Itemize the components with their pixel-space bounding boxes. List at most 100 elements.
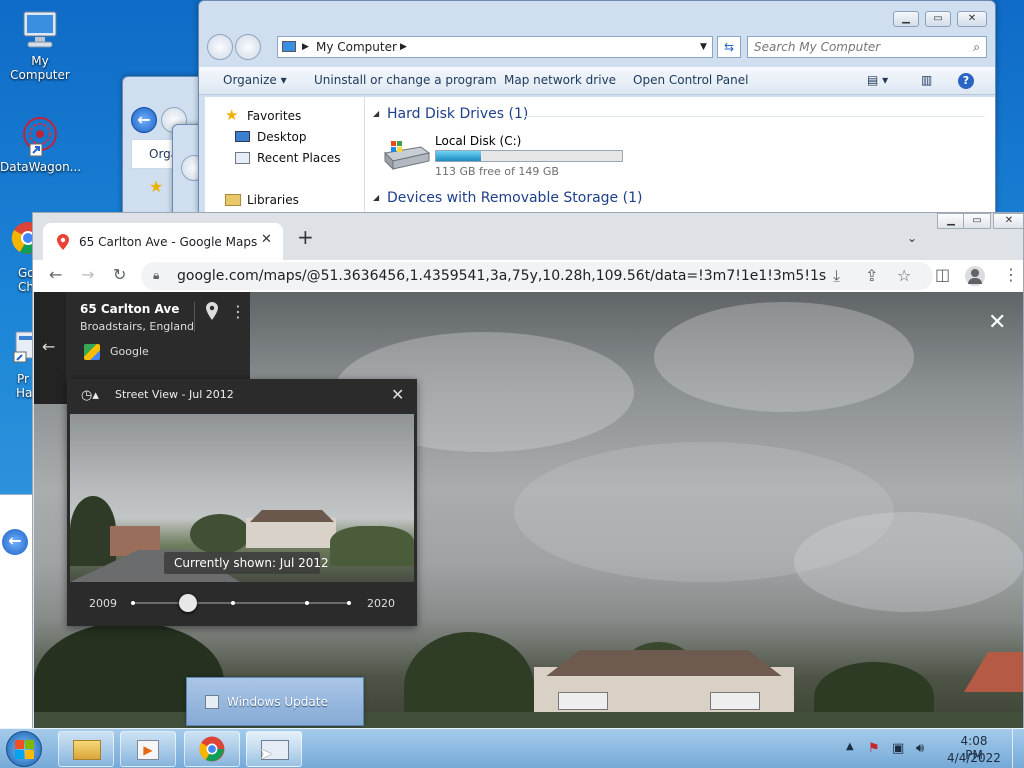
collapse-icon[interactable]: ◢ <box>373 193 379 202</box>
minimize-button[interactable]: ▁ <box>893 11 919 27</box>
side-panel-icon[interactable]: ◫ <box>935 267 950 283</box>
action-center-icon[interactable]: ⚑ <box>868 741 880 756</box>
slider-end-year: 2020 <box>367 597 395 610</box>
share-icon[interactable]: ⇪ <box>865 268 878 284</box>
url-text[interactable]: google.com/maps/@51.3636456,1.4359541,3a… <box>177 268 827 284</box>
nav-desktop[interactable]: Desktop <box>257 130 307 144</box>
tab-google-maps[interactable]: 65 Carlton Ave - Google Maps ✕ <box>43 223 283 261</box>
show-hidden-icons-button[interactable]: ▲ <box>846 741 854 752</box>
address-bar[interactable]: ▶ My Computer ▶ ▼ <box>277 36 713 58</box>
maps-pin-icon <box>57 234 69 250</box>
back-arrow-icon[interactable]: ← <box>42 337 55 356</box>
desktop-icon-datawagon[interactable]: DataWagon... <box>0 114 81 174</box>
search-input[interactable]: Search My Computer ⌕ <box>747 36 987 58</box>
help-icon[interactable]: ? <box>958 73 974 89</box>
folder-icon <box>73 740 101 760</box>
close-street-view-icon[interactable]: ✕ <box>988 312 1006 334</box>
recent-places-icon <box>235 152 250 164</box>
time-machine-preview[interactable]: Currently shown: Jul 2012 <box>70 414 414 582</box>
local-disk-item[interactable]: Local Disk (C:) 113 GB free of 149 GB <box>381 133 641 181</box>
hard-disk-icon <box>383 141 431 171</box>
mouse-cursor-icon: ➤ <box>259 744 273 763</box>
uninstall-button[interactable]: Uninstall or change a program <box>314 73 497 87</box>
maximize-button[interactable]: ▭ <box>925 11 951 27</box>
close-button[interactable]: ✕ <box>993 213 1023 229</box>
content-pane: ◢ Hard Disk Drives (1) Local Disk (C:) 1… <box>365 97 995 213</box>
popup-label: Windows Update <box>227 695 328 709</box>
desktop-icon-label: Pr Ha <box>16 372 33 400</box>
chrome-toolbar: ← → ↻ 🔒︎ google.com/maps/@51.3636456,1.4… <box>33 260 1023 292</box>
close-button[interactable]: ✕ <box>957 11 987 27</box>
back-icon[interactable]: ← <box>131 107 157 133</box>
back-icon[interactable] <box>207 34 233 60</box>
windows-logo-icon <box>15 740 34 759</box>
section-removable-storage[interactable]: Devices with Removable Storage (1) <box>387 190 642 206</box>
desktop-icon-my-computer[interactable]: My Computer <box>0 8 80 82</box>
taskbar-explorer[interactable] <box>58 731 114 767</box>
taskbar-preview-windows-update[interactable]: Windows Update <box>186 677 364 726</box>
network-icon[interactable]: ▣ <box>892 741 904 756</box>
organize-button[interactable]: Organize ▾ <box>223 73 287 87</box>
media-player-icon: ▶ <box>137 740 159 760</box>
taskbar-media-player[interactable]: ▶ <box>120 731 176 767</box>
install-app-icon[interactable]: ⤓ <box>833 268 840 284</box>
libraries-icon <box>225 194 241 206</box>
collapse-icon[interactable]: ◢ <box>373 109 379 118</box>
street-view-panorama[interactable]: ✕ ← 65 Carlton Ave Broadstairs, England … <box>34 292 1023 729</box>
chevron-down-icon[interactable]: ▼ <box>700 37 707 57</box>
navigation-pane: ★ Favorites Desktop Recent Places Librar… <box>205 97 365 213</box>
currently-shown-tooltip: Currently shown: Jul 2012 <box>164 552 329 574</box>
background-window-left[interactable]: ← <box>0 494 34 728</box>
star-icon: ★ <box>225 106 239 124</box>
preview-pane-icon[interactable]: ▥ <box>921 73 932 87</box>
close-time-machine-icon[interactable]: ✕ <box>391 385 404 404</box>
tooltip-text: Currently shown: Jul 2012 <box>174 556 329 570</box>
year-slider-thumb[interactable] <box>179 594 197 612</box>
tab-close-icon[interactable]: ✕ <box>261 232 272 247</box>
minimize-button[interactable]: ▁ <box>937 213 965 229</box>
desktop-icon-label: Go Ch <box>18 266 35 294</box>
volume-icon[interactable]: 🔊︎ <box>916 741 924 756</box>
search-icon[interactable]: ⌕ <box>973 37 980 57</box>
section-hard-disk-drives[interactable]: Hard Disk Drives (1) <box>387 106 528 122</box>
time-machine-header: Street View - Jul 2012 <box>115 388 234 401</box>
bookmark-star-icon[interactable]: ☆ <box>897 268 911 284</box>
omnibox[interactable]: 🔒︎ google.com/maps/@51.3636456,1.4359541… <box>141 262 933 290</box>
disk-usage-fill <box>436 151 481 161</box>
forward-icon[interactable] <box>235 34 261 60</box>
refresh-button[interactable]: ⇆ <box>717 36 741 58</box>
maximize-button[interactable]: ▭ <box>963 213 991 229</box>
chrome-window[interactable]: ▁ ▭ ✕ 65 Carlton Ave - Google Maps ✕ + ⌄… <box>32 212 1024 730</box>
taskbar-windows-update[interactable]: ➤ <box>246 731 302 767</box>
computer-icon <box>282 41 296 52</box>
profile-avatar[interactable] <box>965 266 985 286</box>
nav-libraries[interactable]: Libraries <box>247 193 299 207</box>
history-icon[interactable]: ◷▴ <box>81 388 99 403</box>
explorer-window-my-computer[interactable]: ▁ ▭ ✕ ▶ My Computer ▶ ▼ ⇆ Search My Comp… <box>198 0 996 214</box>
slider-start-year: 2009 <box>89 597 117 610</box>
taskbar: ▶ ➤ ▲ ⚑ ▣ 🔊︎ 4:08 PM 4/4/2022 <box>0 728 1024 768</box>
search-placeholder: Search My Computer <box>754 40 881 54</box>
reload-icon[interactable]: ↻ <box>113 267 126 283</box>
year-slider-track[interactable] <box>131 602 349 604</box>
chrome-menu-icon[interactable]: ⋮ <box>1003 267 1019 283</box>
map-network-drive-button[interactable]: Map network drive <box>504 73 616 87</box>
tab-search-icon[interactable]: ⌄ <box>907 231 917 245</box>
show-desktop-button[interactable] <box>1012 729 1024 768</box>
nav-recent-places[interactable]: Recent Places <box>257 151 340 165</box>
breadcrumb[interactable]: My Computer <box>316 37 397 57</box>
clock-date[interactable]: 4/4/2022 <box>946 751 1002 765</box>
taskbar-chrome[interactable] <box>184 731 240 767</box>
star-icon: ★ <box>149 177 164 196</box>
new-tab-button[interactable]: + <box>297 227 314 247</box>
more-options-icon[interactable]: ⋮ <box>230 302 246 321</box>
open-control-panel-button[interactable]: Open Control Panel <box>633 73 748 87</box>
forward-icon[interactable]: → <box>81 267 94 283</box>
start-button[interactable] <box>6 731 42 767</box>
nav-favorites[interactable]: Favorites <box>247 109 301 123</box>
views-icon[interactable]: ▤ ▾ <box>867 73 888 87</box>
back-icon[interactable]: ← <box>2 529 28 555</box>
back-icon[interactable]: ← <box>49 267 62 283</box>
computer-icon <box>18 8 62 52</box>
location-pin-icon[interactable] <box>206 302 218 320</box>
